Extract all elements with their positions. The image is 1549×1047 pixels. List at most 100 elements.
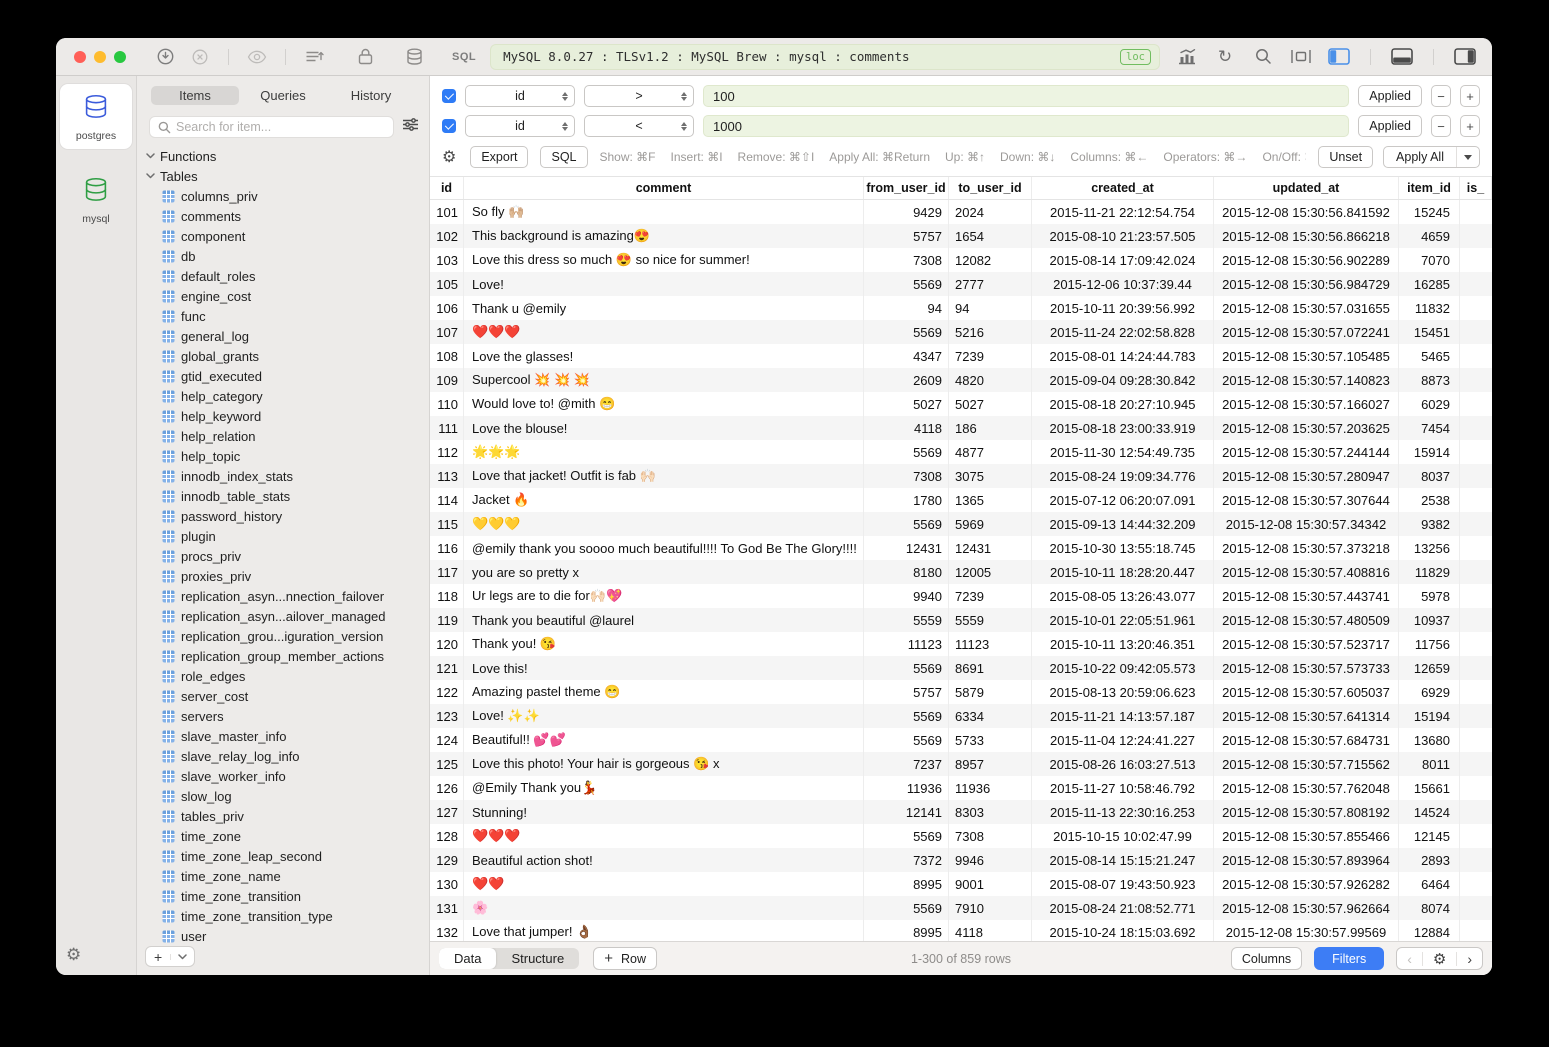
cell-to_user_id[interactable]: 11936 bbox=[949, 776, 1032, 800]
cell-to_user_id[interactable]: 3075 bbox=[949, 464, 1032, 488]
cell-comment[interactable]: 🌟🌟🌟 bbox=[464, 440, 864, 464]
cell-comment[interactable]: Love this photo! Your hair is gorgeous 😘… bbox=[464, 752, 864, 776]
cell-is_[interactable] bbox=[1460, 608, 1492, 632]
filter-tune-icon[interactable] bbox=[402, 117, 419, 137]
cell-item_id[interactable]: 11756 bbox=[1399, 632, 1460, 656]
cell-comment[interactable]: Love the glasses! bbox=[464, 344, 864, 368]
cell-comment[interactable]: Thank you! 😘 bbox=[464, 632, 864, 656]
sidebar-table-replication_group_member_actions[interactable]: replication_group_member_actions bbox=[137, 646, 429, 666]
cell-to_user_id[interactable]: 7239 bbox=[949, 344, 1032, 368]
table-row[interactable]: 125Love this photo! Your hair is gorgeou… bbox=[430, 752, 1492, 776]
cell-created_at[interactable]: 2015-08-18 23:00:33.919 bbox=[1032, 416, 1214, 440]
cell-item_id[interactable]: 8873 bbox=[1399, 368, 1460, 392]
cell-is_[interactable] bbox=[1460, 344, 1492, 368]
table-row[interactable]: 120Thank you! 😘11123111232015-10-11 13:2… bbox=[430, 632, 1492, 656]
cell-updated_at[interactable]: 2015-12-08 15:30:56.984729 bbox=[1214, 272, 1399, 296]
cell-to_user_id[interactable]: 6334 bbox=[949, 704, 1032, 728]
cell-is_[interactable] bbox=[1460, 920, 1492, 941]
filter-column-select[interactable]: id bbox=[465, 115, 575, 137]
table-row[interactable]: 119Thank you beautiful @laurel5559555920… bbox=[430, 608, 1492, 632]
item-search-box[interactable] bbox=[149, 116, 394, 138]
cell-is_[interactable] bbox=[1460, 224, 1492, 248]
cell-updated_at[interactable]: 2015-12-08 15:30:57.962664 bbox=[1214, 896, 1399, 920]
table-row[interactable]: 109Supercool 💥 💥 💥260948202015-09-04 09:… bbox=[430, 368, 1492, 392]
cell-created_at[interactable]: 2015-08-14 17:09:42.024 bbox=[1032, 248, 1214, 272]
cell-from_user_id[interactable]: 4118 bbox=[864, 416, 949, 440]
cell-id[interactable]: 124 bbox=[430, 728, 464, 752]
cell-to_user_id[interactable]: 5216 bbox=[949, 320, 1032, 344]
remove-filter-button[interactable]: − bbox=[1431, 85, 1451, 107]
cell-id[interactable]: 101 bbox=[430, 200, 464, 224]
cell-from_user_id[interactable]: 5569 bbox=[864, 512, 949, 536]
column-header-is_[interactable]: is_ bbox=[1460, 177, 1492, 199]
cell-id[interactable]: 117 bbox=[430, 560, 464, 584]
column-header-from_user_id[interactable]: from_user_id bbox=[864, 177, 949, 199]
add-filter-button[interactable]: + bbox=[1460, 115, 1480, 137]
cell-to_user_id[interactable]: 12082 bbox=[949, 248, 1032, 272]
cell-is_[interactable] bbox=[1460, 656, 1492, 680]
cell-created_at[interactable]: 2015-10-11 18:28:20.447 bbox=[1032, 560, 1214, 584]
column-header-comment[interactable]: comment bbox=[464, 177, 864, 199]
cell-from_user_id[interactable]: 5569 bbox=[864, 320, 949, 344]
table-row[interactable]: 117you are so pretty x8180120052015-10-1… bbox=[430, 560, 1492, 584]
sidebar-table-time_zone_transition[interactable]: time_zone_transition bbox=[137, 886, 429, 906]
cell-id[interactable]: 121 bbox=[430, 656, 464, 680]
filter-column-select[interactable]: id bbox=[465, 85, 575, 107]
minimize-window-button[interactable] bbox=[94, 51, 106, 63]
cell-item_id[interactable]: 15451 bbox=[1399, 320, 1460, 344]
cell-updated_at[interactable]: 2015-12-08 15:30:57.031655 bbox=[1214, 296, 1399, 320]
cell-item_id[interactable]: 15245 bbox=[1399, 200, 1460, 224]
table-row[interactable]: 116@emily thank you soooo much beautiful… bbox=[430, 536, 1492, 560]
sidebar-table-gtid_executed[interactable]: gtid_executed bbox=[137, 366, 429, 386]
cell-comment[interactable]: Stunning! bbox=[464, 800, 864, 824]
table-row[interactable]: 131🌸556979102015-08-24 21:08:52.7712015-… bbox=[430, 896, 1492, 920]
cell-to_user_id[interactable]: 186 bbox=[949, 416, 1032, 440]
cell-created_at[interactable]: 2015-11-27 10:58:46.792 bbox=[1032, 776, 1214, 800]
filters-button[interactable]: Filters bbox=[1314, 947, 1384, 970]
cell-updated_at[interactable]: 2015-12-08 15:30:57.480509 bbox=[1214, 608, 1399, 632]
sidebar-table-innodb_index_stats[interactable]: innodb_index_stats bbox=[137, 466, 429, 486]
cell-from_user_id[interactable]: 11123 bbox=[864, 632, 949, 656]
column-header-item_id[interactable]: item_id bbox=[1399, 177, 1460, 199]
sidebar-table-db[interactable]: db bbox=[137, 246, 429, 266]
unset-button[interactable]: Unset bbox=[1318, 146, 1373, 168]
cell-id[interactable]: 119 bbox=[430, 608, 464, 632]
cell-from_user_id[interactable]: 94 bbox=[864, 296, 949, 320]
cell-to_user_id[interactable]: 5969 bbox=[949, 512, 1032, 536]
cell-created_at[interactable]: 2015-10-24 18:15:03.692 bbox=[1032, 920, 1214, 941]
cell-id[interactable]: 114 bbox=[430, 488, 464, 512]
sidebar-table-help_topic[interactable]: help_topic bbox=[137, 446, 429, 466]
cell-from_user_id[interactable]: 8180 bbox=[864, 560, 949, 584]
cell-item_id[interactable]: 2893 bbox=[1399, 848, 1460, 872]
sidebar-table-component[interactable]: component bbox=[137, 226, 429, 246]
cell-to_user_id[interactable]: 5559 bbox=[949, 608, 1032, 632]
cell-comment[interactable]: Beautiful action shot! bbox=[464, 848, 864, 872]
sidebar-table-time_zone_transition_type[interactable]: time_zone_transition_type bbox=[137, 906, 429, 926]
preview-eye-icon[interactable] bbox=[244, 46, 270, 68]
cell-id[interactable]: 110 bbox=[430, 392, 464, 416]
cell-from_user_id[interactable]: 5757 bbox=[864, 224, 949, 248]
cell-updated_at[interactable]: 2015-12-08 15:30:57.99569 bbox=[1214, 920, 1399, 941]
refresh-icon[interactable]: ↻ bbox=[1212, 46, 1238, 68]
cell-id[interactable]: 109 bbox=[430, 368, 464, 392]
cell-created_at[interactable]: 2015-10-30 13:55:18.745 bbox=[1032, 536, 1214, 560]
cell-id[interactable]: 116 bbox=[430, 536, 464, 560]
sidebar-table-slave_relay_log_info[interactable]: slave_relay_log_info bbox=[137, 746, 429, 766]
cell-to_user_id[interactable]: 7239 bbox=[949, 584, 1032, 608]
cell-from_user_id[interactable]: 5569 bbox=[864, 728, 949, 752]
cell-item_id[interactable]: 7454 bbox=[1399, 416, 1460, 440]
cell-from_user_id[interactable]: 5569 bbox=[864, 272, 949, 296]
cell-updated_at[interactable]: 2015-12-08 15:30:57.605037 bbox=[1214, 680, 1399, 704]
cell-updated_at[interactable]: 2015-12-08 15:30:57.762048 bbox=[1214, 776, 1399, 800]
cell-updated_at[interactable]: 2015-12-08 15:30:57.203625 bbox=[1214, 416, 1399, 440]
table-row[interactable]: 115💛💛💛556959692015-09-13 14:44:32.209201… bbox=[430, 512, 1492, 536]
cell-to_user_id[interactable]: 7910 bbox=[949, 896, 1032, 920]
cell-updated_at[interactable]: 2015-12-08 15:30:57.523717 bbox=[1214, 632, 1399, 656]
cell-from_user_id[interactable]: 4347 bbox=[864, 344, 949, 368]
cell-created_at[interactable]: 2015-10-11 20:39:56.992 bbox=[1032, 296, 1214, 320]
sidebar-table-help_keyword[interactable]: help_keyword bbox=[137, 406, 429, 426]
connection-mysql[interactable]: mysql bbox=[60, 167, 132, 232]
toggle-left-panel-icon[interactable] bbox=[1326, 46, 1352, 68]
cell-from_user_id[interactable]: 8995 bbox=[864, 872, 949, 896]
table-row[interactable]: 110Would love to! @mith 😁502750272015-08… bbox=[430, 392, 1492, 416]
